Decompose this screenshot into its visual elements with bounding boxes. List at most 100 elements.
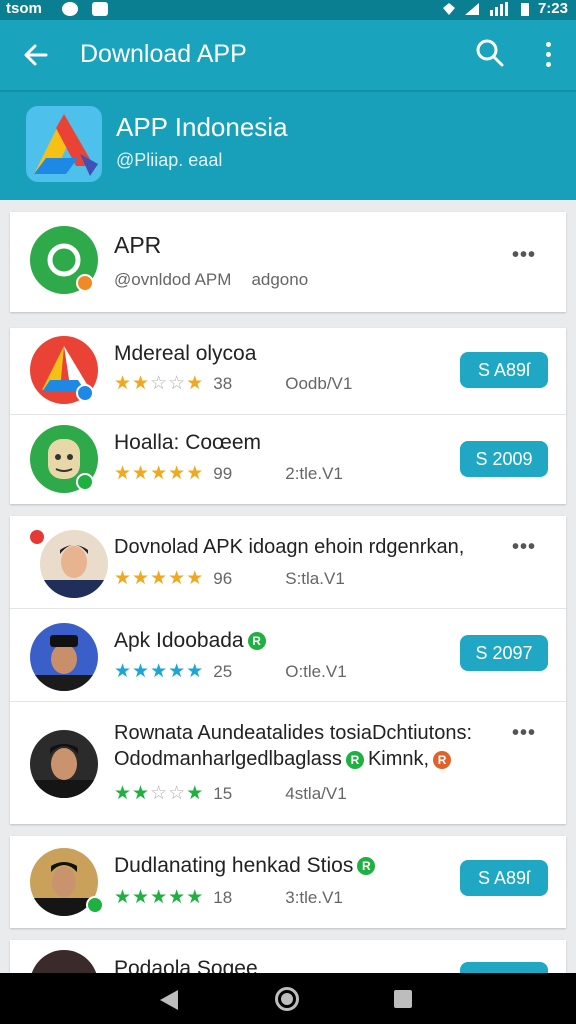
nav-recents-icon[interactable] [394,990,412,1008]
orange-badge-icon: R [433,750,452,769]
verified-badge-icon [76,473,94,491]
app-title: Hoalla: Coœem [114,431,262,454]
app-logo [26,106,102,182]
star-filled-icon: ★ [150,887,168,908]
carrier-label: tsom [6,0,42,17]
app-title: Podaola Sogee [114,957,258,973]
verified-badge-icon: R [345,750,364,769]
app-list-card-2: Dovnolad APK idoagn ehoin rdgenrkan, ★ ★ ★… [10,516,566,824]
app-title: Mdereal olycoa [114,342,257,365]
row-menu-button[interactable]: ••• [512,722,536,745]
list-item[interactable]: Rownata Aundeatalides tosiaDchtiutons: O… [10,702,566,824]
star-filled-icon: ★ [132,568,150,589]
app-meta: ★ ★ ★ ★ ★ 96 S:tla.V1 [114,567,345,590]
orange-badge-icon [76,274,94,292]
star-filled-icon: ★ [114,568,132,589]
star-filled-icon: ★ [114,463,132,484]
search-button[interactable] [474,37,510,73]
install-button[interactable] [460,962,548,973]
more-vert-icon [536,42,560,67]
star-filled-icon: ★ [186,373,204,394]
app-meta: ★ ★ ★ ★ ★ 25 O:tle.V1 [114,660,347,683]
featured-card[interactable]: APR @ovnldod APM adgono ••• [10,212,566,312]
app-version: 2:tle.V1 [285,463,343,483]
install-button[interactable]: S 2009 [460,441,548,477]
list-item[interactable]: Hoalla: Coœem ★ ★ ★ ★ ★ 99 2:tle.V1 S 2009 [10,415,566,504]
list-item[interactable]: Mdereal olycoa ★ ★ ☆ ☆ ★ 38 Oodb/V1 S A89ſ [10,328,566,414]
rating-value: 96 [213,568,233,588]
rating-stars: ★ ★ ★ ★ ★ [114,886,203,909]
app-title: Dovnolad APK idoagn ehoin rdgenrkan, [114,536,465,558]
install-button[interactable]: S A89ſ [460,352,548,388]
star-filled-icon: ★ [132,373,150,394]
rating-value: 99 [213,463,233,483]
star-filled-icon: ★ [132,783,150,804]
verified-badge-icon [76,384,94,402]
star-empty-icon: ☆ [150,783,168,804]
featured-menu-button[interactable]: ••• [512,244,536,267]
status-bar: tsom 7:23 [0,0,576,20]
featured-tag: adgono [251,270,309,289]
star-empty-icon: ☆ [168,373,186,394]
app-title-text: Apk Idoobada [114,629,244,652]
app-meta: ★ ★ ☆ ☆ ★ 38 Oodb/V1 [114,372,352,395]
star-filled-icon: ★ [114,373,132,394]
app-meta: ★ ★ ☆ ☆ ★ 15 4stla/V1 [114,782,347,805]
rating-value: 15 [213,783,233,803]
overflow-menu-button[interactable] [536,37,560,73]
list-item[interactable]: Dudlanating henkad Stios R ★ ★ ★ ★ ★ 18 3:tle… [10,836,566,928]
featured-subtitle: @ovnldod APM adgono [114,270,308,290]
featured-title: APR [114,232,162,258]
list-item[interactable]: Dovnolad APK idoagn ehoin rdgenrkan, ★ ★ ★… [10,516,566,608]
star-filled-icon: ★ [132,661,150,682]
nav-back-icon[interactable] [160,990,178,1010]
avatar [40,530,108,598]
app-list-card-1: Mdereal olycoa ★ ★ ☆ ☆ ★ 38 Oodb/V1 S A89ſ H… [10,328,566,504]
star-filled-icon: ★ [114,887,132,908]
app-meta: ★ ★ ★ ★ ★ 99 2:tle.V1 [114,462,343,485]
back-button[interactable] [18,37,54,73]
star-filled-icon: ★ [186,783,204,804]
install-button[interactable]: S A89ſ [460,860,548,896]
app-meta: ★ ★ ★ ★ ★ 18 3:tle.V1 [114,886,343,909]
star-filled-icon: ★ [168,887,186,908]
verified-badge-icon: R [357,857,376,876]
star-filled-icon: ★ [150,568,168,589]
location-icon [442,2,455,15]
list-item[interactable]: Apk Idoobada R ★ ★ ★ ★ ★ 25 O:tle.V1 S 2097 [10,609,566,701]
star-filled-icon: ★ [168,661,186,682]
rating-stars: ★ ★ ☆ ☆ ★ [114,782,203,805]
app-version: Oodb/V1 [285,373,353,393]
star-filled-icon: ★ [186,463,204,484]
star-filled-icon: ★ [114,783,132,804]
star-filled-icon: ★ [168,463,186,484]
error-badge-icon [28,528,46,546]
rating-value: 25 [213,661,233,681]
avatar [30,950,98,973]
search-icon [476,39,504,67]
app-title: Rownata Aundeatalides tosiaDchtiutons: [114,722,473,744]
app-title: Apk Idoobada R [114,629,266,653]
nav-home-icon[interactable] [275,987,299,1011]
app-version: O:tle.V1 [285,661,347,681]
rating-stars: ★ ★ ★ ★ ★ [114,660,203,683]
app-bar: Download APP [0,20,576,90]
app-version: 4stla/V1 [285,783,347,803]
battery-icon [520,2,529,16]
rating-stars: ★ ★ ☆ ☆ ★ [114,372,203,395]
star-filled-icon: ★ [132,887,150,908]
star-filled-icon: ★ [168,568,186,589]
app-version: S:tla.V1 [285,568,345,588]
app-title-text: Dudlanating henkad Stios [114,854,354,877]
signal-icon [489,1,508,16]
rating-value: 18 [213,887,233,907]
list-item[interactable]: Podaola Sogee [10,940,566,973]
install-button[interactable]: S 2097 [460,635,548,671]
header-title: APP Indonesia [116,112,288,142]
app-subtitle-text: Ododmanharlgedlbaglass [114,748,342,770]
verified-badge-icon [86,896,104,914]
row-menu-button[interactable]: ••• [512,536,536,559]
app-list-card-3: Dudlanating henkad Stios R ★ ★ ★ ★ ★ 18 3:tle… [10,836,566,928]
star-filled-icon: ★ [150,463,168,484]
star-filled-icon: ★ [132,463,150,484]
